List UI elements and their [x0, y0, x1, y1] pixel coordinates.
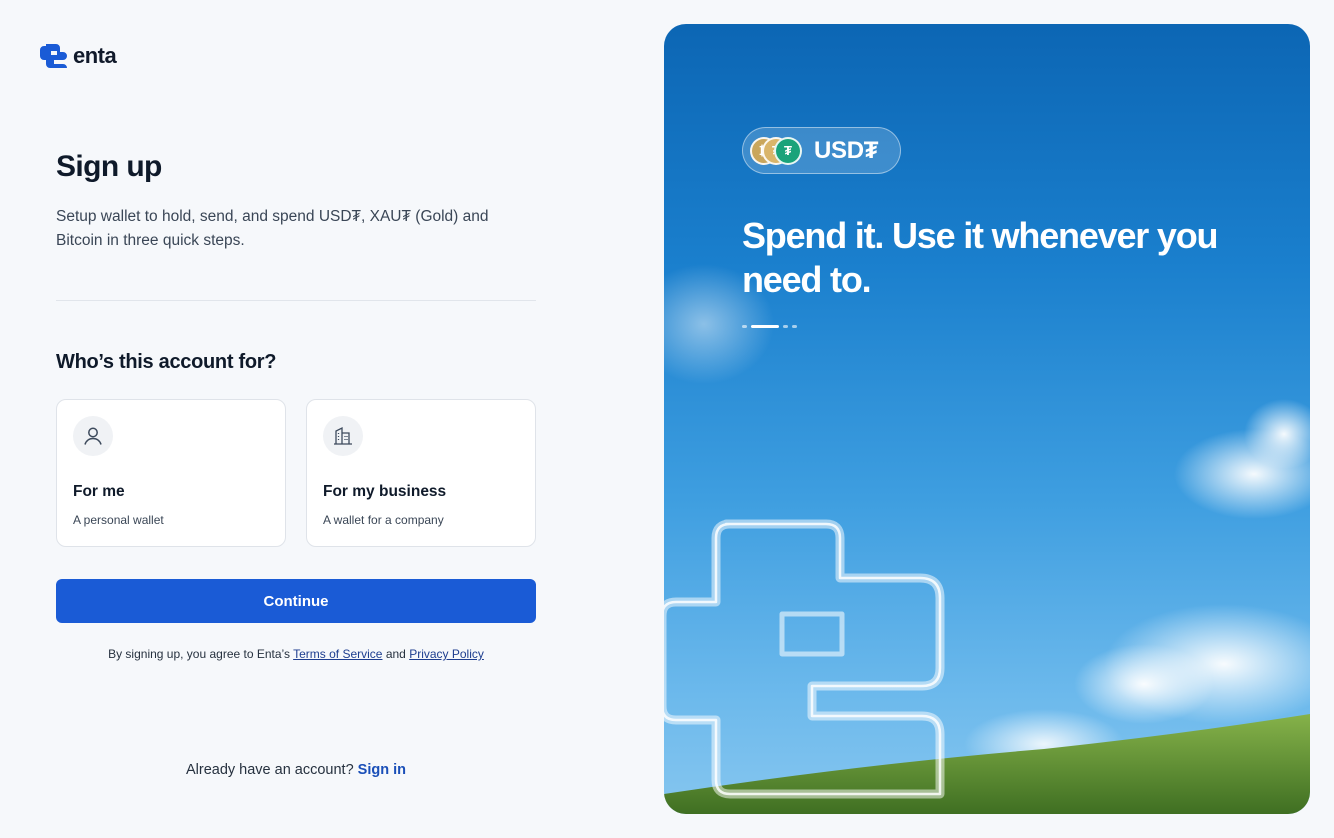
option-description: A personal wallet	[73, 513, 164, 527]
account-option-business[interactable]: For my business A wallet for a company	[306, 399, 536, 547]
terms-notice: By signing up, you agree to Enta’s Terms…	[56, 647, 536, 661]
signup-panel: enta Sign up Setup wallet to hold, send,…	[0, 0, 640, 838]
currency-label: USD₮	[814, 136, 879, 164]
brand-name: enta	[73, 43, 117, 68]
account-type-question: Who’s this account for?	[56, 351, 277, 373]
carousel-dot[interactable]	[792, 325, 797, 328]
carousel-dot-active[interactable]	[751, 325, 779, 328]
user-icon	[73, 416, 113, 456]
divider	[56, 300, 536, 301]
brand-logo[interactable]: enta	[40, 42, 117, 70]
carousel-dot[interactable]	[742, 325, 747, 328]
terms-and: and	[385, 647, 406, 661]
terms-of-service-link[interactable]: Terms of Service	[293, 647, 382, 661]
option-title: For me	[73, 483, 125, 500]
enta-logo-icon	[40, 44, 67, 68]
currency-pill: ₿ ₮ ₮ USD₮	[742, 127, 901, 174]
page-title: Sign up	[56, 150, 162, 183]
terms-prefix: By signing up, you agree to Enta’s	[108, 647, 290, 661]
signin-prompt: Already have an account?	[185, 762, 354, 778]
building-icon	[323, 416, 363, 456]
hero-panel: ₿ ₮ ₮ USD₮ Spend it. Use it whenever you…	[664, 24, 1310, 814]
signin-prompt-row: Already have an account? Sign in	[56, 762, 536, 778]
carousel-indicator	[742, 325, 797, 328]
option-description: A wallet for a company	[323, 513, 444, 527]
continue-button[interactable]: Continue	[56, 579, 536, 623]
page-subtitle: Setup wallet to hold, send, and spend US…	[56, 208, 489, 249]
carousel-dot[interactable]	[783, 325, 788, 328]
option-title: For my business	[323, 483, 447, 500]
account-option-personal[interactable]: For me A personal wallet	[56, 399, 286, 547]
sign-in-link[interactable]: Sign in	[358, 762, 406, 778]
privacy-policy-link[interactable]: Privacy Policy	[409, 647, 484, 661]
tether-coin-icon: ₮	[774, 136, 802, 165]
hero-headline: Spend it. Use it whenever you need to.	[742, 215, 1219, 300]
